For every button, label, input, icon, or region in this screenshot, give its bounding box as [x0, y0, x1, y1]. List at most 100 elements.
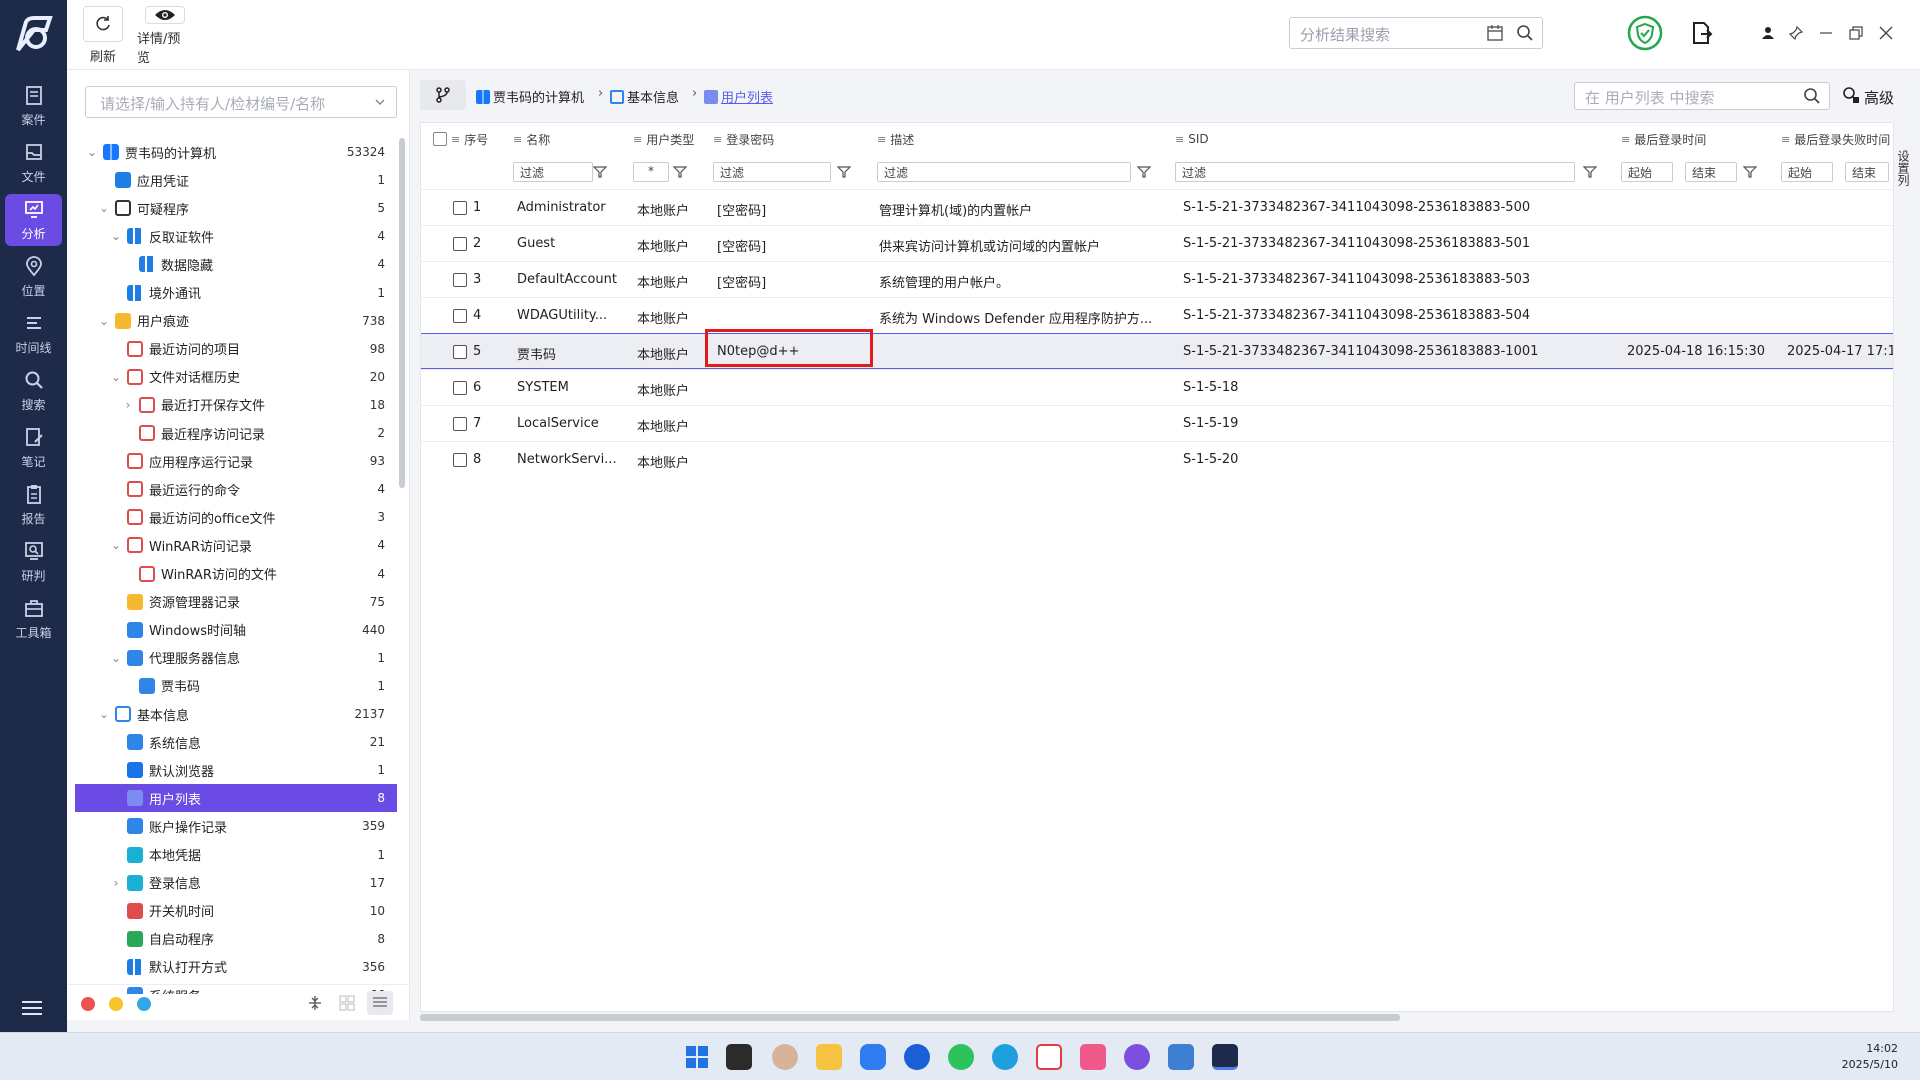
last-fail-start-input[interactable]: 起始	[1781, 162, 1833, 182]
table-row[interactable]: 2 Guest 本地账户 [空密码] 供来宾访问计算机或访问域的内置帐户 S-1-5-21…	[421, 225, 1893, 261]
tree-node[interactable]: 数据隐藏 4	[75, 250, 397, 278]
filter-funnel-icon[interactable]	[837, 165, 851, 179]
cloud-app-icon[interactable]	[860, 1044, 886, 1070]
password-filter-input[interactable]: 过滤	[713, 162, 831, 182]
last-login-start-input[interactable]: 起始	[1621, 162, 1673, 182]
table-row[interactable]: 1 Administrator 本地账户 [空密码] 管理计算机(域)的内置帐户 S-1-…	[421, 189, 1893, 225]
grid-view-icon[interactable]	[339, 995, 355, 1015]
table-row[interactable]: 7 LocalService 本地账户 S-1-5-19	[421, 405, 1893, 441]
tree-node[interactable]: 最近运行的命令 4	[75, 475, 397, 503]
restore-icon[interactable]	[1843, 20, 1869, 46]
k-app-icon[interactable]	[904, 1044, 930, 1070]
tree-node[interactable]: ⌄ 用户痕迹 738	[75, 307, 397, 335]
tree-node[interactable]: ⌄ 文件对话框历史 20	[75, 363, 397, 391]
table-row[interactable]: 8 NetworkServi... 本地账户 S-1-5-20	[421, 441, 1893, 477]
tree-node[interactable]: 贾韦码 1	[75, 672, 397, 700]
row-checkbox[interactable]	[453, 417, 467, 431]
column-header-sid[interactable]: ≡ SID	[1175, 123, 1209, 155]
table-horizontal-scrollbar[interactable]	[420, 1014, 1400, 1021]
nav-file[interactable]: 文件	[5, 137, 62, 189]
row-checkbox[interactable]	[453, 345, 467, 359]
nav-timeline[interactable]: 时间线	[5, 308, 62, 360]
chevron-down-icon[interactable]: ⌄	[109, 229, 123, 243]
sid-filter-input[interactable]: 过滤	[1175, 162, 1575, 182]
filter-funnel-icon[interactable]	[1583, 165, 1597, 179]
nav-note[interactable]: 笔记	[5, 422, 62, 474]
file-explorer-icon[interactable]	[816, 1044, 842, 1070]
row-checkbox[interactable]	[453, 201, 467, 215]
tree-node[interactable]: 应用程序运行记录 93	[75, 447, 397, 475]
tree-node[interactable]: 应用凭证 1	[75, 166, 397, 194]
start-menu-icon[interactable]	[684, 1044, 710, 1070]
description-filter-input[interactable]: 过滤	[877, 162, 1131, 182]
tree-node[interactable]: WinRAR访问的文件 4	[75, 560, 397, 588]
tree-node[interactable]: 最近程序访问记录 2	[75, 419, 397, 447]
tree-node[interactable]: ⌄ WinRAR访问记录 4	[75, 531, 397, 559]
chevron-right-icon[interactable]: ›	[121, 398, 135, 412]
tree-node[interactable]: 境外通讯 1	[75, 279, 397, 307]
analysis-search-input[interactable]: 分析结果搜索	[1289, 17, 1543, 49]
row-checkbox[interactable]	[453, 273, 467, 287]
tree-node[interactable]: 系统信息 21	[75, 728, 397, 756]
collapse-all-icon[interactable]	[307, 995, 323, 1015]
last-login-end-input[interactable]: 结束	[1685, 162, 1737, 182]
red-dot-icon[interactable]	[81, 997, 95, 1011]
calendar-icon[interactable]	[1486, 24, 1504, 46]
refresh-button[interactable]: 刷新	[75, 6, 131, 66]
tree-node[interactable]: 自启动程序 8	[75, 925, 397, 953]
nav-judge[interactable]: 研判	[5, 536, 62, 588]
avatar-app-icon[interactable]	[772, 1044, 798, 1070]
select-all-checkbox[interactable]	[433, 132, 447, 146]
music-app-icon[interactable]	[1080, 1044, 1106, 1070]
column-header-last-fail[interactable]: ≡ 最后登录失败时间	[1781, 123, 1893, 155]
search-icon[interactable]	[1516, 24, 1534, 46]
list-view-icon[interactable]	[367, 991, 393, 1015]
breadcrumb-user-list[interactable]: 用户列表	[704, 87, 773, 106]
chevron-down-icon[interactable]: ⌄	[109, 651, 123, 665]
tree-node[interactable]: › 最近打开保存文件 18	[75, 391, 397, 419]
last-fail-end-input[interactable]: 结束	[1845, 162, 1889, 182]
nav-location[interactable]: 位置	[5, 251, 62, 303]
close-icon[interactable]	[1873, 20, 1899, 46]
row-checkbox[interactable]	[453, 237, 467, 251]
red-app-icon[interactable]	[1036, 1044, 1062, 1070]
nav-toolbox[interactable]: 工具箱	[5, 593, 62, 645]
tree-node[interactable]: Windows时间轴 440	[75, 616, 397, 644]
tree-node[interactable]: ⌄ 代理服务器信息 1	[75, 644, 397, 672]
tree-node[interactable]: 用户列表 8	[75, 784, 397, 813]
column-header-type[interactable]: ≡ 用户类型	[633, 123, 694, 155]
chevron-down-icon[interactable]: ⌄	[85, 145, 99, 159]
filter-funnel-icon[interactable]	[673, 165, 687, 179]
branch-icon[interactable]	[420, 80, 466, 110]
tree-node[interactable]: 资源管理器记录 75	[75, 588, 397, 616]
tree-node[interactable]: 账户操作记录 359	[75, 812, 397, 840]
nav-analysis[interactable]: 分析	[5, 194, 62, 246]
tree-node[interactable]: 最近访问的office文件 3	[75, 503, 397, 531]
row-checkbox[interactable]	[453, 309, 467, 323]
terminal-icon[interactable]	[726, 1044, 752, 1070]
advanced-search-button[interactable]: 高级	[1842, 86, 1894, 108]
column-header-password[interactable]: ≡ 登录密码	[713, 123, 774, 155]
row-checkbox[interactable]	[453, 381, 467, 395]
tree-node[interactable]: ⌄ 可疑程序 5	[75, 194, 397, 222]
chevron-down-icon[interactable]: ⌄	[97, 201, 111, 215]
hamburger-menu-icon[interactable]	[20, 998, 46, 1018]
table-row[interactable]: 5 贾韦码 本地账户 N0tep@d++ S-1-5-21-3733482367-341…	[421, 333, 1893, 369]
edge-browser-icon[interactable]	[992, 1044, 1018, 1070]
tree-node[interactable]: ⌄ 反取证软件 4	[75, 222, 397, 250]
search-icon[interactable]	[1803, 87, 1821, 109]
breadcrumb-basic-info[interactable]: 基本信息	[610, 87, 679, 106]
chevron-down-icon[interactable]: ⌄	[109, 370, 123, 384]
details-preview-button[interactable]: 详情/预览	[137, 6, 193, 66]
wechat-icon[interactable]	[948, 1044, 974, 1070]
nav-search[interactable]: 搜索	[5, 365, 62, 417]
table-row[interactable]: 6 SYSTEM 本地账户 S-1-5-18	[421, 369, 1893, 405]
chevron-down-icon[interactable]: ⌄	[97, 314, 111, 328]
purple-app-icon[interactable]	[1124, 1044, 1150, 1070]
column-header-name[interactable]: ≡ 名称	[513, 123, 550, 155]
export-icon[interactable]	[1689, 20, 1715, 46]
evidence-select[interactable]: 请选择/输入持有人/检材编号/名称	[85, 86, 397, 118]
column-settings-button[interactable]: 设置列	[1894, 150, 1912, 220]
chevron-down-icon[interactable]: ⌄	[109, 538, 123, 552]
column-header-index[interactable]: ≡ 序号	[451, 123, 488, 155]
